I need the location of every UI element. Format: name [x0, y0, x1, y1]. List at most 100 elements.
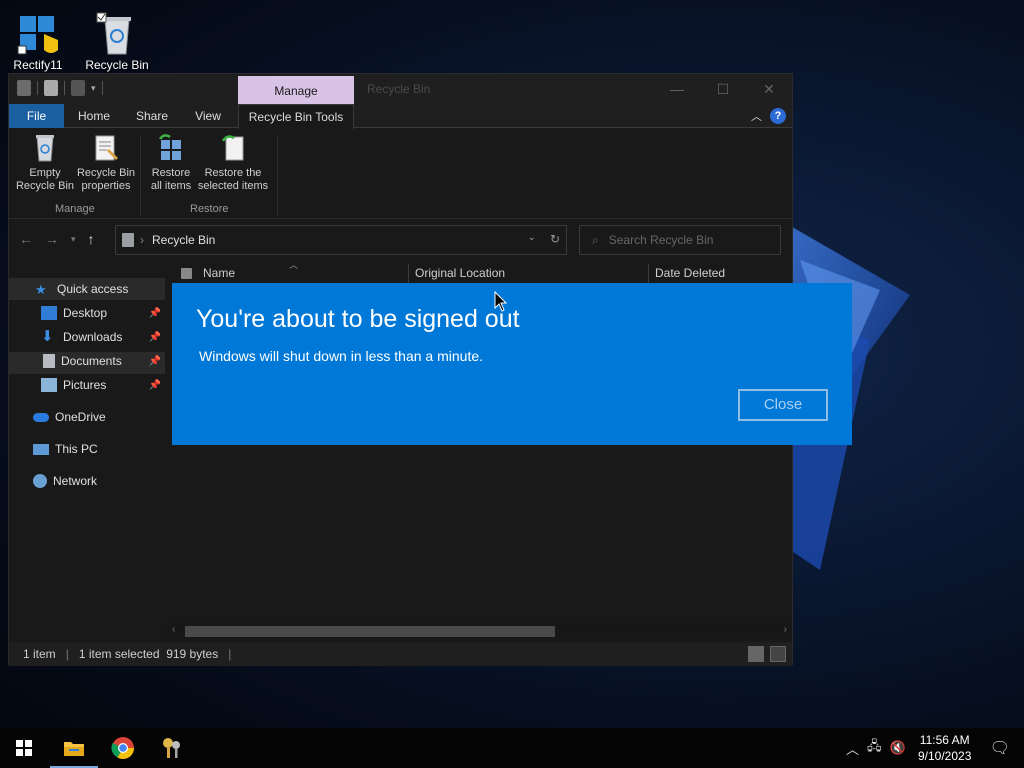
- pin-icon[interactable]: 📌: [149, 356, 161, 367]
- taskbar: ︿ 🖧 🔇 11:56 AM 9/10/2023 🗨: [0, 728, 1024, 768]
- scroll-left-icon[interactable]: ‹: [172, 624, 175, 635]
- clock[interactable]: 11:56 AM 9/10/2023: [910, 732, 980, 764]
- close-window-button[interactable]: ✕: [746, 74, 792, 104]
- nav-quick-access[interactable]: ★ Quick access: [9, 278, 165, 300]
- dialog-close-button[interactable]: Close: [738, 389, 828, 421]
- address-dropdown-icon[interactable]: ⌄: [528, 232, 536, 246]
- quick-access-toolbar: ▾: [17, 80, 103, 96]
- tab-recycle-bin-tools[interactable]: Recycle Bin Tools: [238, 104, 354, 129]
- window-controls: — ☐ ✕: [654, 74, 792, 104]
- ribbon: Empty Recycle Bin Recycle Bin properties: [9, 129, 792, 219]
- tab-home[interactable]: Home: [69, 104, 119, 128]
- star-icon: ★: [35, 282, 47, 297]
- status-bar: 1 item | 1 item selected 919 bytes |: [9, 642, 792, 666]
- chrome-icon: [111, 737, 134, 759]
- breadcrumb-recycle-bin[interactable]: Recycle Bin: [152, 233, 215, 247]
- horizontal-scrollbar[interactable]: ‹ ›: [167, 623, 792, 639]
- ribbon-group-restore: Restore: [190, 203, 229, 215]
- scrollbar-thumb[interactable]: [185, 626, 555, 637]
- restore-all-items-button[interactable]: Restore all items: [145, 133, 197, 193]
- show-hidden-icons-chevron-icon[interactable]: ︿: [846, 739, 859, 758]
- desktop-folder-icon: [41, 306, 57, 320]
- up-arrow-icon[interactable]: ↑: [88, 231, 95, 247]
- ribbon-group-manage: Manage: [55, 203, 95, 215]
- desktop-icon-label: Rectify11: [13, 58, 63, 72]
- new-folder-qat-icon[interactable]: [71, 80, 85, 96]
- title-bar: ▾ Manage Recycle Bin — ☐ ✕: [9, 74, 792, 104]
- pin-icon[interactable]: 📌: [149, 308, 161, 319]
- clock-time: 11:56 AM: [919, 733, 970, 747]
- large-icons-view-icon[interactable]: [770, 646, 786, 662]
- qat-dropdown-icon[interactable]: ▾: [91, 83, 96, 94]
- cloud-icon: [33, 412, 49, 422]
- tab-share[interactable]: Share: [127, 104, 177, 128]
- taskbar-file-explorer[interactable]: [50, 728, 98, 768]
- nav-this-pc[interactable]: This PC: [9, 438, 165, 460]
- tab-file[interactable]: File: [9, 104, 64, 128]
- pin-icon[interactable]: 📌: [149, 332, 161, 343]
- scroll-right-icon[interactable]: ›: [784, 624, 787, 635]
- recycle-bin-properties-button[interactable]: Recycle Bin properties: [75, 133, 137, 193]
- nav-onedrive[interactable]: OneDrive: [9, 406, 165, 428]
- system-tray: ︿ 🖧 🔇 11:56 AM 9/10/2023 🗨: [842, 728, 1024, 768]
- empty-recycle-bin-icon: [30, 133, 60, 163]
- status-item-count: 1 item: [23, 647, 56, 661]
- recycle-bin-icon: [95, 12, 139, 56]
- help-icon[interactable]: ?: [770, 108, 786, 124]
- documents-icon: [43, 354, 55, 368]
- nav-pictures[interactable]: Pictures 📌: [9, 374, 165, 396]
- back-arrow-icon[interactable]: ←: [19, 231, 33, 247]
- taskbar-app-keys[interactable]: [148, 728, 196, 768]
- dialog-message: Windows will shut down in less than a mi…: [199, 348, 484, 364]
- address-bar[interactable]: › Recycle Bin ⌄ ↻: [115, 225, 567, 255]
- maximize-button[interactable]: ☐: [700, 74, 746, 104]
- start-button[interactable]: [0, 728, 48, 768]
- ribbon-tabs: File Home Share View Recycle Bin Tools ︿…: [9, 104, 792, 129]
- recycle-bin-address-icon: [122, 233, 134, 247]
- nav-network[interactable]: Network: [9, 470, 165, 492]
- nav-downloads[interactable]: ⬇ Downloads 📌: [9, 326, 165, 348]
- search-placeholder: Search Recycle Bin: [608, 233, 714, 247]
- mouse-cursor-icon: [494, 291, 508, 312]
- network-status-icon[interactable]: 🖧: [867, 737, 882, 759]
- empty-recycle-bin-button[interactable]: Empty Recycle Bin: [15, 133, 75, 193]
- window-title: Recycle Bin: [367, 82, 431, 96]
- network-icon: [33, 474, 47, 488]
- search-icon: ⌕: [592, 232, 599, 247]
- restore-all-icon: [156, 133, 186, 163]
- computer-icon: [33, 443, 49, 455]
- refresh-icon[interactable]: ↻: [550, 232, 560, 246]
- manage-contextual-tab[interactable]: Manage: [238, 76, 354, 104]
- dialog-title: You're about to be signed out: [196, 305, 520, 333]
- nav-desktop[interactable]: Desktop 📌: [9, 302, 165, 324]
- clock-date: 9/10/2023: [917, 749, 972, 763]
- sort-ascending-icon: ︿: [289, 260, 299, 270]
- keys-icon: [163, 738, 180, 758]
- restore-selected-icon: [218, 133, 248, 163]
- nav-documents[interactable]: Documents 📌: [9, 350, 165, 372]
- details-view-icon[interactable]: [748, 646, 764, 662]
- windows-logo-icon: [16, 740, 32, 756]
- notifications-icon[interactable]: 🗨: [990, 738, 1010, 758]
- select-all-checkbox[interactable]: [181, 268, 192, 279]
- recycle-bin-small-icon: [17, 80, 31, 96]
- pictures-icon: [41, 378, 57, 392]
- collapse-ribbon-icon[interactable]: ︿: [751, 108, 762, 124]
- search-input[interactable]: ⌕ Search Recycle Bin: [579, 225, 781, 255]
- desktop-icon-label: Recycle Bin: [85, 58, 149, 72]
- pin-icon[interactable]: 📌: [149, 380, 161, 391]
- breadcrumb-separator-icon: ›: [140, 233, 144, 247]
- volume-muted-icon[interactable]: 🔇: [890, 740, 906, 756]
- recent-locations-chevron-icon[interactable]: ▾: [71, 231, 76, 247]
- restore-selected-items-button[interactable]: Restore the selected items: [197, 133, 269, 193]
- rectify11-icon: [16, 12, 60, 56]
- taskbar-chrome[interactable]: [99, 728, 147, 768]
- sign-out-dialog: You're about to be signed out Windows wi…: [172, 283, 852, 445]
- tab-view[interactable]: View: [183, 104, 233, 128]
- properties-qat-icon[interactable]: [44, 80, 58, 96]
- minimize-button[interactable]: —: [654, 74, 700, 104]
- desktop-icon-rectify11[interactable]: Rectify11: [2, 6, 74, 72]
- forward-arrow-icon[interactable]: →: [45, 231, 59, 247]
- navigation-row: ← → ▾ ↑ › Recycle Bin ⌄ ↻ ⌕ Search Recyc…: [9, 222, 792, 256]
- desktop-icon-recycle-bin[interactable]: Recycle Bin: [81, 6, 153, 72]
